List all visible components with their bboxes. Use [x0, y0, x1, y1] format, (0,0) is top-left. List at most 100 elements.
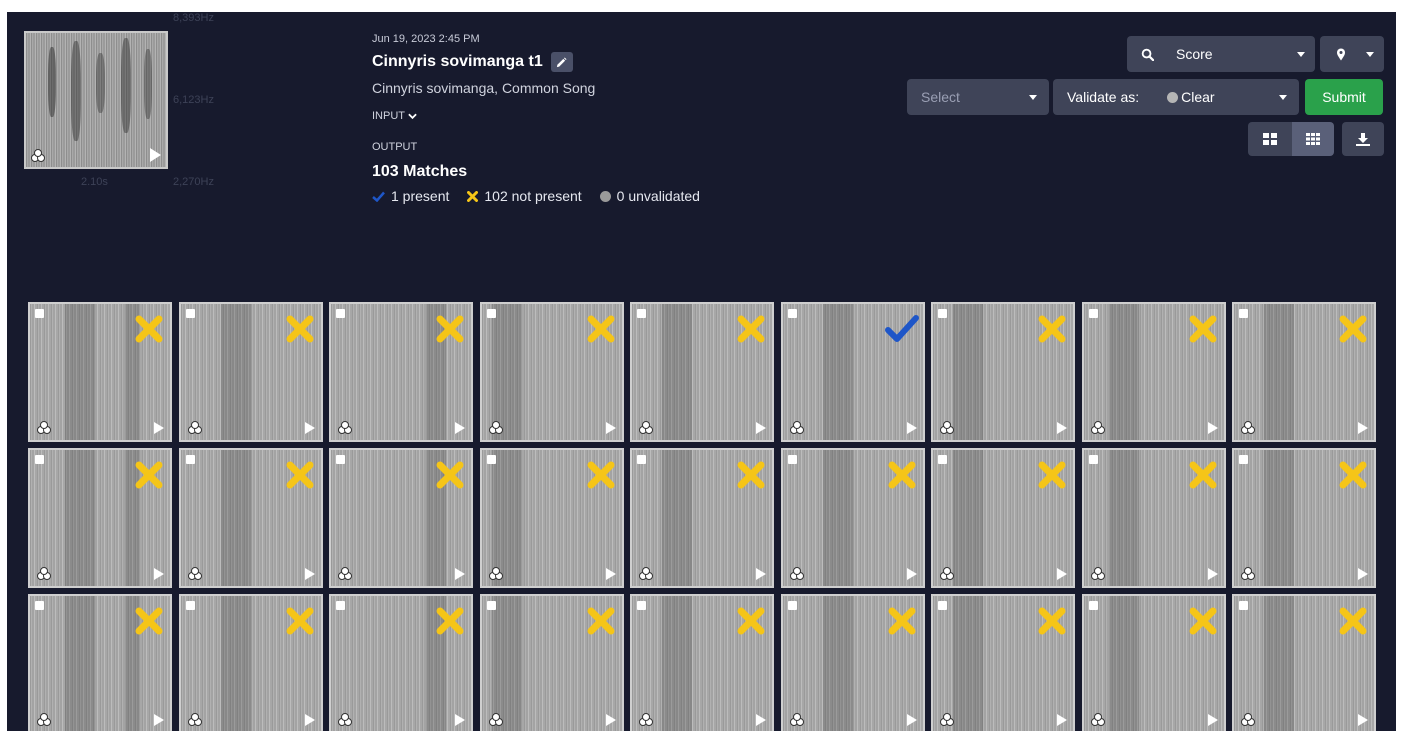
result-tile[interactable] — [1232, 302, 1376, 442]
select-dropdown[interactable]: Select — [907, 79, 1049, 115]
location-dropdown[interactable] — [1320, 36, 1384, 72]
submit-button[interactable]: Submit — [1305, 79, 1383, 115]
result-tile[interactable] — [178, 302, 323, 442]
recording-thumbnail[interactable] — [24, 31, 168, 169]
not-present-x-icon[interactable] — [1188, 314, 1218, 344]
tile-checkbox[interactable] — [1088, 601, 1098, 610]
tile-checkbox[interactable] — [486, 455, 496, 464]
result-tile[interactable] — [780, 448, 925, 588]
present-check-icon[interactable] — [884, 314, 919, 344]
play-icon[interactable] — [1207, 714, 1218, 726]
result-tile[interactable] — [931, 302, 1075, 442]
result-tile[interactable] — [28, 302, 172, 442]
play-icon[interactable] — [1358, 568, 1368, 580]
result-tile[interactable] — [479, 302, 624, 442]
tile-checkbox[interactable] — [486, 309, 496, 318]
not-present-x-icon[interactable] — [1188, 606, 1218, 636]
not-present-x-icon[interactable] — [285, 460, 315, 490]
not-present-x-icon[interactable] — [435, 606, 465, 636]
tile-checkbox[interactable] — [1088, 309, 1098, 318]
not-present-x-icon[interactable] — [134, 606, 164, 636]
not-present-x-icon[interactable] — [134, 460, 164, 490]
play-icon[interactable] — [1207, 422, 1218, 434]
result-tile[interactable] — [329, 594, 473, 731]
validate-as-dropdown[interactable]: Validate as: Clear — [1053, 79, 1299, 115]
not-present-x-icon[interactable] — [1338, 314, 1368, 344]
not-present-x-icon[interactable] — [285, 606, 315, 636]
not-present-x-icon[interactable] — [1037, 460, 1067, 490]
play-icon[interactable] — [605, 714, 616, 726]
result-tile[interactable] — [479, 448, 624, 588]
play-icon[interactable] — [455, 568, 465, 580]
not-present-x-icon[interactable] — [586, 314, 616, 344]
result-tile[interactable] — [780, 594, 925, 731]
result-tile[interactable] — [178, 594, 323, 731]
not-present-x-icon[interactable] — [1188, 460, 1218, 490]
tile-checkbox[interactable] — [1239, 455, 1248, 464]
play-icon[interactable] — [150, 148, 161, 162]
result-tile[interactable] — [28, 594, 172, 731]
tile-checkbox[interactable] — [336, 455, 345, 464]
not-present-x-icon[interactable] — [1338, 460, 1368, 490]
large-grid-view-button[interactable] — [1248, 122, 1292, 156]
tile-checkbox[interactable] — [1239, 309, 1248, 318]
tile-checkbox[interactable] — [336, 309, 345, 318]
input-toggle[interactable]: INPUT — [372, 110, 417, 122]
not-present-x-icon[interactable] — [1037, 606, 1067, 636]
play-icon[interactable] — [455, 714, 465, 726]
tile-checkbox[interactable] — [185, 455, 195, 464]
not-present-x-icon[interactable] — [134, 314, 164, 344]
play-icon[interactable] — [1057, 568, 1067, 580]
result-tile[interactable] — [780, 302, 925, 442]
tile-checkbox[interactable] — [185, 309, 195, 318]
play-icon[interactable] — [1057, 714, 1067, 726]
tile-checkbox[interactable] — [637, 455, 646, 464]
tile-checkbox[interactable] — [35, 455, 44, 464]
not-present-x-icon[interactable] — [435, 460, 465, 490]
tile-checkbox[interactable] — [787, 601, 797, 610]
result-tile[interactable] — [630, 594, 774, 731]
not-present-x-icon[interactable] — [736, 460, 766, 490]
edit-button[interactable] — [550, 52, 573, 72]
result-tile[interactable] — [1081, 594, 1226, 731]
result-tile[interactable] — [28, 448, 172, 588]
not-present-x-icon[interactable] — [736, 314, 766, 344]
result-tile[interactable] — [1081, 448, 1226, 588]
play-icon[interactable] — [1207, 568, 1218, 580]
not-present-x-icon[interactable] — [1338, 606, 1368, 636]
play-icon[interactable] — [756, 422, 766, 434]
result-tile[interactable] — [178, 448, 323, 588]
not-present-x-icon[interactable] — [586, 460, 616, 490]
sort-dropdown[interactable]: Score — [1127, 36, 1315, 72]
play-icon[interactable] — [154, 422, 164, 434]
play-icon[interactable] — [756, 568, 766, 580]
tile-checkbox[interactable] — [787, 309, 797, 318]
play-icon[interactable] — [906, 568, 917, 580]
result-tile[interactable] — [630, 448, 774, 588]
play-icon[interactable] — [154, 714, 164, 726]
not-present-x-icon[interactable] — [435, 314, 465, 344]
play-icon[interactable] — [605, 422, 616, 434]
not-present-x-icon[interactable] — [887, 460, 917, 490]
tile-checkbox[interactable] — [185, 601, 195, 610]
tile-checkbox[interactable] — [637, 309, 646, 318]
result-tile[interactable] — [329, 302, 473, 442]
tile-checkbox[interactable] — [787, 455, 797, 464]
not-present-x-icon[interactable] — [586, 606, 616, 636]
play-icon[interactable] — [304, 714, 315, 726]
result-tile[interactable] — [931, 448, 1075, 588]
not-present-x-icon[interactable] — [736, 606, 766, 636]
play-icon[interactable] — [1057, 422, 1067, 434]
result-tile[interactable] — [1232, 594, 1376, 731]
not-present-x-icon[interactable] — [1037, 314, 1067, 344]
play-icon[interactable] — [605, 568, 616, 580]
play-icon[interactable] — [906, 714, 917, 726]
result-tile[interactable] — [329, 448, 473, 588]
play-icon[interactable] — [906, 422, 917, 434]
tile-checkbox[interactable] — [1239, 601, 1248, 610]
tile-checkbox[interactable] — [35, 601, 44, 610]
play-icon[interactable] — [756, 714, 766, 726]
not-present-x-icon[interactable] — [285, 314, 315, 344]
play-icon[interactable] — [304, 422, 315, 434]
tile-checkbox[interactable] — [938, 601, 947, 610]
